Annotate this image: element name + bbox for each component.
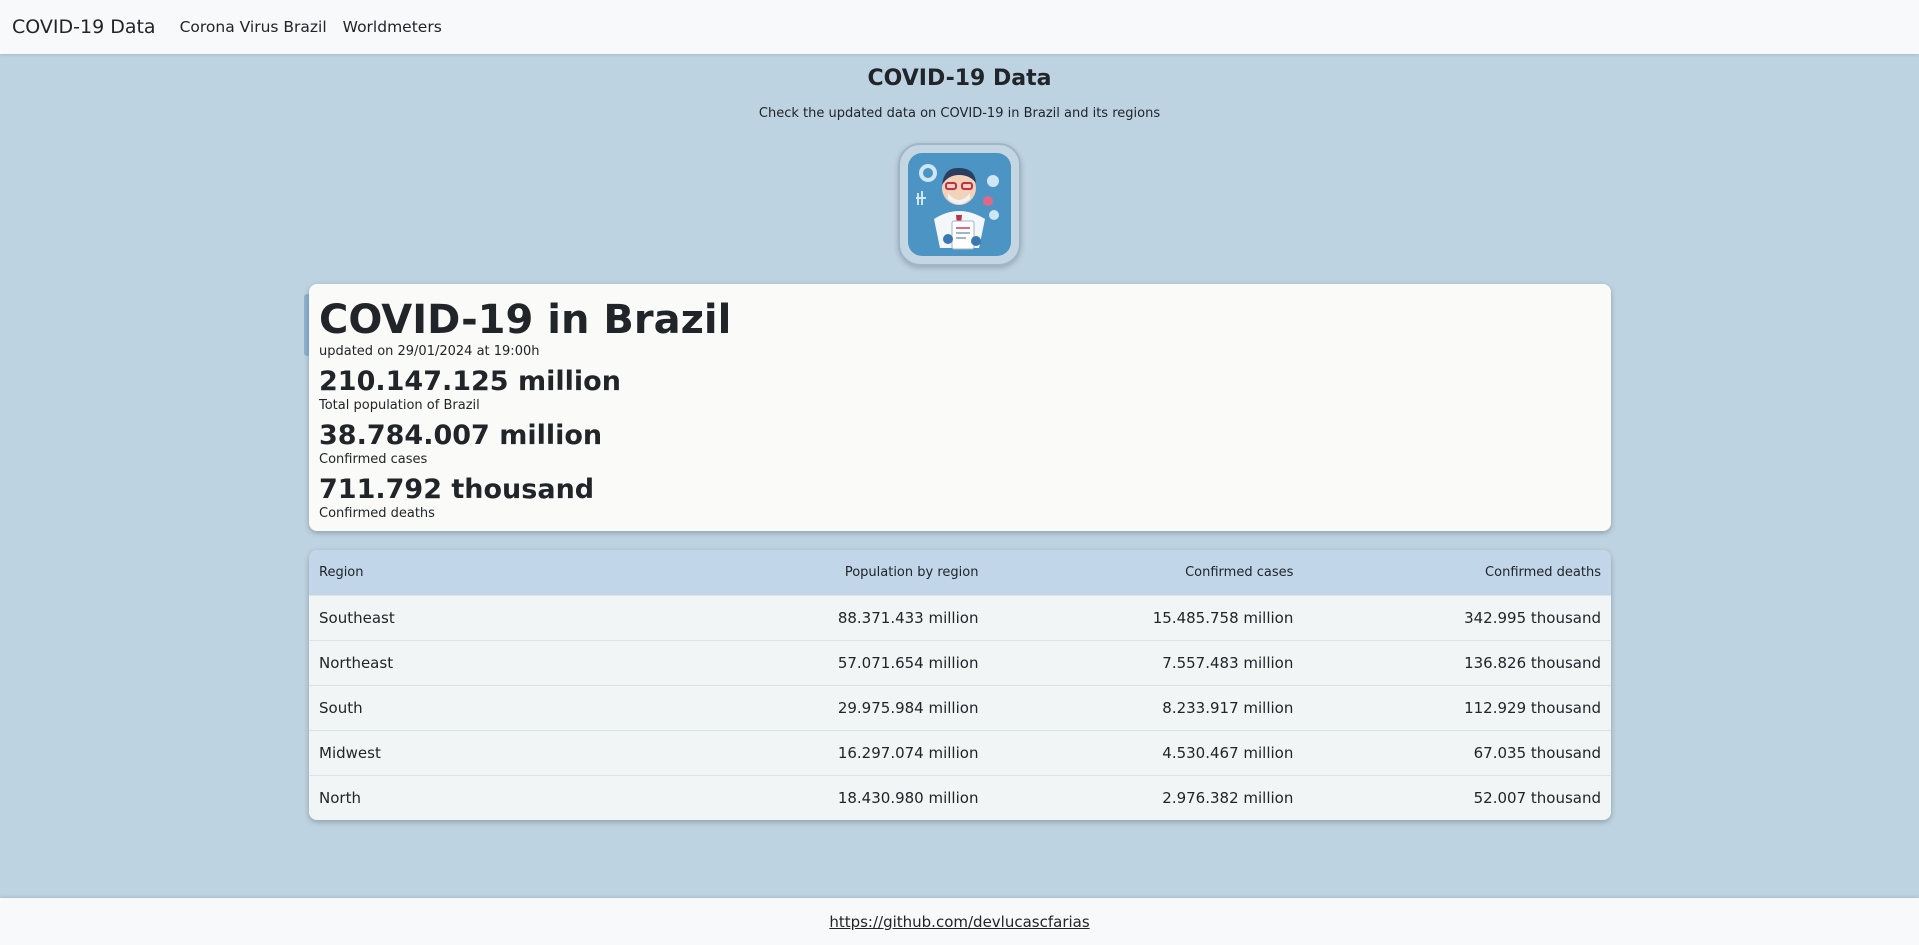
- stat-population-value: 210.147.125 million: [319, 366, 621, 397]
- header-population: Population by region: [844, 564, 979, 580]
- doctor-avatar-frame: [898, 143, 1021, 266]
- cell-cases: 15.485.758 million: [988, 594, 1304, 640]
- cell-deaths: 112.929 thousand: [1303, 684, 1611, 730]
- table-header-row: Region Population by region Confirmed ca…: [309, 550, 1611, 595]
- header-confirmed-deaths: Confirmed deaths: [1485, 564, 1601, 580]
- nav-link-corona-virus-brazil[interactable]: Corona Virus Brazil: [180, 18, 327, 36]
- cell-population: 29.975.984 million: [673, 684, 989, 730]
- brazil-summary-card: COVID-19 in Brazil updated on 29/01/2024…: [309, 284, 1611, 531]
- header-confirmed-cases: Confirmed cases: [1185, 564, 1294, 580]
- table-row: South 29.975.984 million 8.233.917 milli…: [309, 684, 1611, 730]
- cell-deaths: 67.035 thousand: [1303, 729, 1611, 775]
- github-link[interactable]: https://github.com/devlucascfarias: [829, 913, 1089, 931]
- cell-population: 18.430.980 million: [673, 774, 989, 820]
- regions-table: Region Population by region Confirmed ca…: [309, 550, 1611, 820]
- cell-region: North: [309, 774, 674, 820]
- cell-cases: 2.976.382 million: [988, 774, 1304, 820]
- navbar: COVID-19 Data Corona Virus Brazil Worldm…: [0, 0, 1919, 54]
- cell-population: 88.371.433 million: [673, 594, 989, 640]
- footer: https://github.com/devlucascfarias: [0, 898, 1919, 945]
- brand-link[interactable]: COVID-19 Data: [12, 16, 156, 38]
- cell-cases: 8.233.917 million: [988, 684, 1304, 730]
- cell-deaths: 342.995 thousand: [1303, 594, 1611, 640]
- summary-title: COVID-19 in Brazil: [319, 297, 732, 343]
- page-title: COVID-19 Data: [867, 66, 1052, 91]
- cell-population: 16.297.074 million: [673, 729, 989, 775]
- table-row: Northeast 57.071.654 million 7.557.483 m…: [309, 639, 1611, 685]
- page-subtitle: Check the updated data on COVID-19 in Br…: [758, 106, 1161, 121]
- doctor-avatar-icon: [908, 153, 1011, 256]
- table-row: Midwest 16.297.074 million 4.530.467 mil…: [309, 729, 1611, 775]
- updated-timestamp: updated on 29/01/2024 at 19:00h: [319, 344, 540, 359]
- cell-deaths: 136.826 thousand: [1303, 639, 1611, 685]
- table-row: Southeast 88.371.433 million 15.485.758 …: [309, 594, 1611, 640]
- header-region: Region: [319, 564, 364, 580]
- page-header: COVID-19 Data Check the updated data on …: [0, 64, 1919, 122]
- cell-region: Midwest: [309, 729, 674, 775]
- table-row: North 18.430.980 million 2.976.382 milli…: [309, 774, 1611, 820]
- cell-region: South: [309, 684, 674, 730]
- stat-deaths-label: Confirmed deaths: [319, 506, 435, 521]
- cell-region: Northeast: [309, 639, 674, 685]
- stat-cases-value: 38.784.007 million: [319, 420, 603, 451]
- regions-table-card: Region Population by region Confirmed ca…: [309, 550, 1611, 820]
- stat-population-label: Total population of Brazil: [319, 398, 480, 413]
- cell-population: 57.071.654 million: [673, 639, 989, 685]
- cell-cases: 4.530.467 million: [988, 729, 1304, 775]
- stat-cases-label: Confirmed cases: [319, 452, 428, 467]
- cell-cases: 7.557.483 million: [988, 639, 1304, 685]
- cell-region: Southeast: [309, 594, 674, 640]
- nav-link-worldmeters[interactable]: Worldmeters: [343, 18, 442, 36]
- cell-deaths: 52.007 thousand: [1303, 774, 1611, 820]
- stat-deaths-value: 711.792 thousand: [319, 474, 595, 505]
